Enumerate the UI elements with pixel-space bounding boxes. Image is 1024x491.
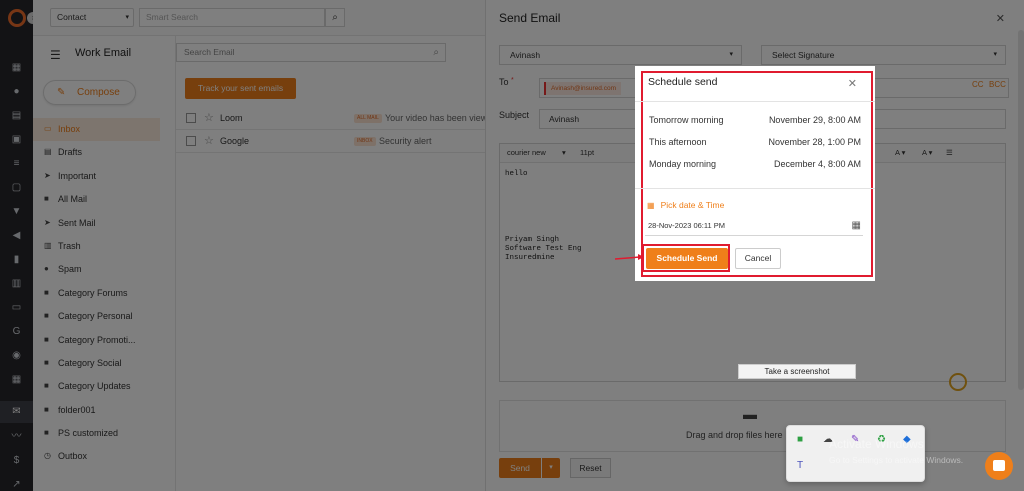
datetime-value: 28-Nov-2023 06:11 PM — [648, 221, 725, 230]
screenshot-tooltip: Take a screenshot — [738, 364, 856, 379]
chat-icon — [993, 460, 1005, 471]
system-tray-popup: ■ ☁ ✎ ♻ ◆ T — [786, 425, 925, 482]
option-label: Tomorrow morning — [649, 115, 724, 125]
option-time: December 4, 8:00 AM — [773, 159, 861, 169]
pick-date-time-label[interactable]: ▦ Pick date & Time — [647, 200, 724, 210]
chat-widget-button[interactable] — [985, 452, 1013, 480]
cancel-button[interactable]: Cancel — [735, 248, 781, 269]
modal-title: Schedule send — [648, 76, 718, 88]
option-time: November 28, 1:00 PM — [768, 137, 861, 147]
schedule-send-modal: Schedule send ✕ Tomorrow morning Novembe… — [635, 66, 875, 281]
datetime-input[interactable]: 28-Nov-2023 06:11 PM ▦ — [645, 218, 863, 236]
calendar-icon[interactable]: ▦ — [852, 218, 861, 234]
option-label: Monday morning — [649, 159, 717, 169]
schedule-option[interactable]: Tomorrow morning November 29, 8:00 AM — [649, 115, 861, 129]
option-time: November 29, 8:00 AM — [768, 115, 861, 125]
activate-windows-subtext: Go to Settings to activate Windows. — [829, 455, 964, 465]
schedule-option[interactable]: This afternoon November 28, 1:00 PM — [649, 137, 861, 151]
activate-windows-watermark: Activate Windows — [829, 437, 924, 451]
annotation-arrow — [614, 254, 644, 260]
schedule-send-button[interactable]: Schedule Send — [646, 248, 728, 269]
shield-check-icon[interactable]: ■ — [797, 434, 803, 445]
calendar-icon: ▦ — [647, 201, 655, 210]
divider — [635, 188, 875, 189]
teams-icon[interactable]: T — [797, 460, 803, 471]
option-label: This afternoon — [649, 137, 707, 147]
close-icon[interactable]: ✕ — [848, 77, 857, 90]
divider — [635, 101, 875, 102]
schedule-option[interactable]: Monday morning December 4, 8:00 AM — [649, 159, 861, 173]
